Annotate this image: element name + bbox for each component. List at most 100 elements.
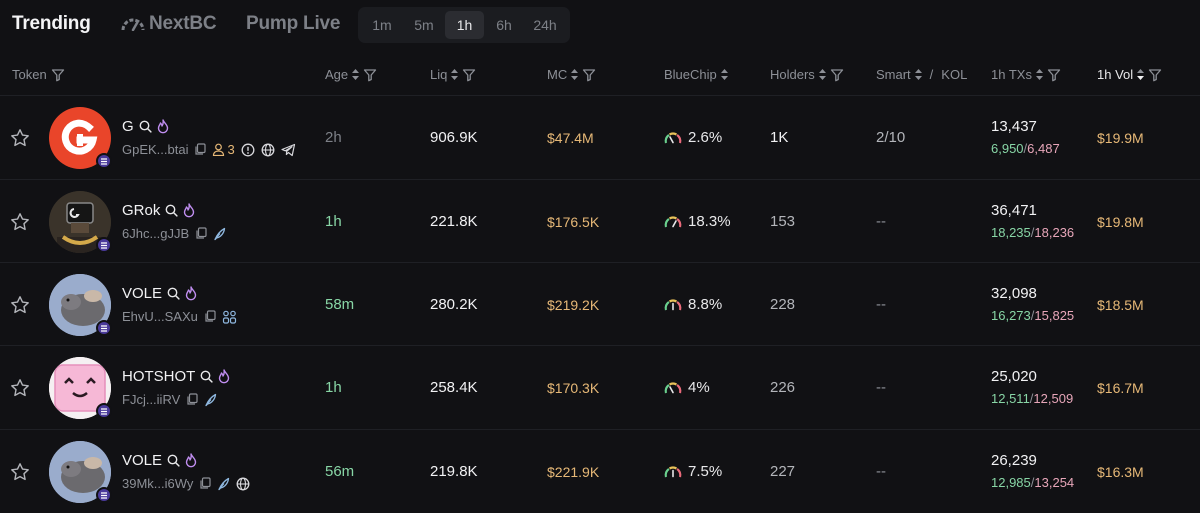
copy-icon[interactable] [199, 477, 212, 490]
filter-icon[interactable] [582, 68, 596, 82]
star-icon[interactable] [10, 378, 30, 398]
token-address-row: 39Mk...i6Wy [122, 476, 250, 491]
copy-icon[interactable] [186, 393, 198, 406]
col-age-label: Age [325, 67, 349, 82]
alert-circle-icon[interactable] [241, 143, 255, 157]
gauge-icon [121, 18, 145, 31]
bluechip-cell: 18.3% [664, 213, 731, 230]
copy-icon[interactable] [194, 143, 207, 156]
token-name[interactable]: HOTSHOT [122, 368, 230, 385]
txs-total: 13,437 [991, 118, 1037, 135]
volume-value: $16.3M [1097, 464, 1144, 480]
bluechip-cell: 7.5% [664, 463, 722, 480]
market-cap-value: $170.3K [547, 380, 600, 396]
star-icon[interactable] [10, 128, 30, 148]
txs-sells: 12,509 [1033, 391, 1074, 406]
col-smart-kol[interactable]: Smart / KOL [876, 67, 967, 82]
solana-badge-icon [96, 153, 112, 169]
star-icon[interactable] [10, 295, 30, 315]
txs-buys: 18,235 [991, 225, 1031, 240]
filter-icon[interactable] [51, 68, 65, 82]
table-row[interactable]: HOTSHOT FJcj...iiRV 1h 258.4K $170.3K 4%… [0, 346, 1200, 429]
col-holders[interactable]: Holders [770, 67, 844, 82]
col-liq-label: Liq [430, 67, 448, 82]
filter-icon[interactable] [462, 68, 476, 82]
globe-icon[interactable] [261, 143, 275, 157]
volume-value: $16.7M [1097, 380, 1144, 396]
holders-badge[interactable]: 3 [212, 142, 235, 157]
txs-buys: 12,985 [991, 475, 1031, 490]
table-row[interactable]: VOLE 39Mk...i6Wy 56m 219.8K $221.9K 7.5%… [0, 430, 1200, 513]
bluechip-value: 4% [688, 379, 710, 396]
feather-icon[interactable] [217, 477, 230, 491]
timeframe-1m[interactable]: 1m [362, 11, 402, 39]
col-age[interactable]: Age [325, 67, 377, 82]
liquidity-value: 221.8K [430, 213, 478, 230]
search-icon[interactable] [200, 370, 213, 383]
token-name[interactable]: VOLE [122, 285, 197, 302]
timeframe-5m[interactable]: 5m [404, 11, 444, 39]
filter-icon[interactable] [1047, 68, 1061, 82]
sort-icon[interactable] [1137, 69, 1145, 80]
feather-icon[interactable] [213, 227, 226, 241]
age-value: 2h [325, 129, 342, 146]
gauge-icon [664, 298, 682, 310]
txs-breakdown: 6,950/6,487 [991, 141, 1060, 156]
table-header: Token Age Liq MC BlueChip Holders Smart … [0, 58, 1200, 92]
txs-buys: 12,511 [991, 391, 1030, 406]
filter-icon[interactable] [363, 68, 377, 82]
sort-icon[interactable] [352, 69, 360, 80]
sort-icon[interactable] [914, 69, 922, 80]
token-name[interactable]: GRok [122, 202, 195, 219]
sort-icon[interactable] [451, 69, 459, 80]
filter-icon[interactable] [1148, 68, 1162, 82]
token-symbol: VOLE [122, 452, 163, 469]
bluechip-value: 18.3% [688, 213, 731, 230]
search-icon[interactable] [167, 454, 180, 467]
token-symbol: VOLE [122, 285, 163, 302]
copy-icon[interactable] [195, 227, 207, 240]
tab-trending[interactable]: Trending [12, 13, 91, 35]
search-icon[interactable] [165, 204, 178, 217]
age-value: 56m [325, 463, 355, 480]
col-vol[interactable]: 1h Vol [1097, 67, 1162, 82]
copy-icon[interactable] [204, 310, 216, 323]
age-value: 1h [325, 213, 342, 230]
flame-icon [184, 203, 195, 218]
timeframe-6h[interactable]: 6h [484, 11, 524, 39]
token-symbol: HOTSHOT [122, 368, 196, 385]
txs-breakdown: 18,235/18,236 [991, 225, 1075, 240]
telegram-icon[interactable] [281, 143, 296, 157]
col-liq[interactable]: Liq [430, 67, 476, 82]
search-icon[interactable] [167, 287, 180, 300]
filter-icon[interactable] [830, 68, 844, 82]
tab-pump-live[interactable]: Pump Live [246, 13, 340, 35]
sort-icon[interactable] [571, 69, 579, 80]
table-row[interactable]: G GpEK...btai 3 2h 906.9K $47.4M 2.6% 1K… [0, 96, 1200, 179]
sort-icon[interactable] [818, 69, 826, 80]
star-icon[interactable] [10, 212, 30, 232]
community-icon[interactable] [222, 310, 237, 324]
sort-icon[interactable] [720, 69, 728, 80]
feather-icon[interactable] [204, 393, 217, 407]
timeframe-1h[interactable]: 1h [445, 11, 484, 39]
table-row[interactable]: VOLE EhvU...SAXu 58m 280.2K $219.2K 8.8%… [0, 263, 1200, 346]
txs-breakdown: 12,511/12,509 [991, 391, 1074, 406]
token-name[interactable]: VOLE [122, 452, 197, 469]
tab-nextbc[interactable]: NextBC [149, 13, 217, 35]
col-txs[interactable]: 1h TXs [991, 67, 1061, 82]
bluechip-value: 8.8% [688, 296, 723, 313]
globe-icon[interactable] [236, 477, 250, 491]
col-mc[interactable]: MC [547, 67, 596, 82]
table-row[interactable]: GRok 6Jhc...gJJB 1h 221.8K $176.5K 18.3%… [0, 180, 1200, 263]
token-name[interactable]: G [122, 118, 169, 135]
gauge-icon [664, 465, 682, 477]
sort-icon[interactable] [1035, 69, 1043, 80]
search-icon[interactable] [139, 120, 152, 133]
star-icon[interactable] [10, 462, 30, 482]
token-symbol: GRok [122, 202, 161, 219]
token-address-row: GpEK...btai 3 [122, 142, 296, 157]
timeframe-24h[interactable]: 24h [524, 11, 566, 39]
col-bluechip[interactable]: BlueChip [664, 67, 728, 82]
smart-kol-value: 2/10 [876, 129, 906, 146]
